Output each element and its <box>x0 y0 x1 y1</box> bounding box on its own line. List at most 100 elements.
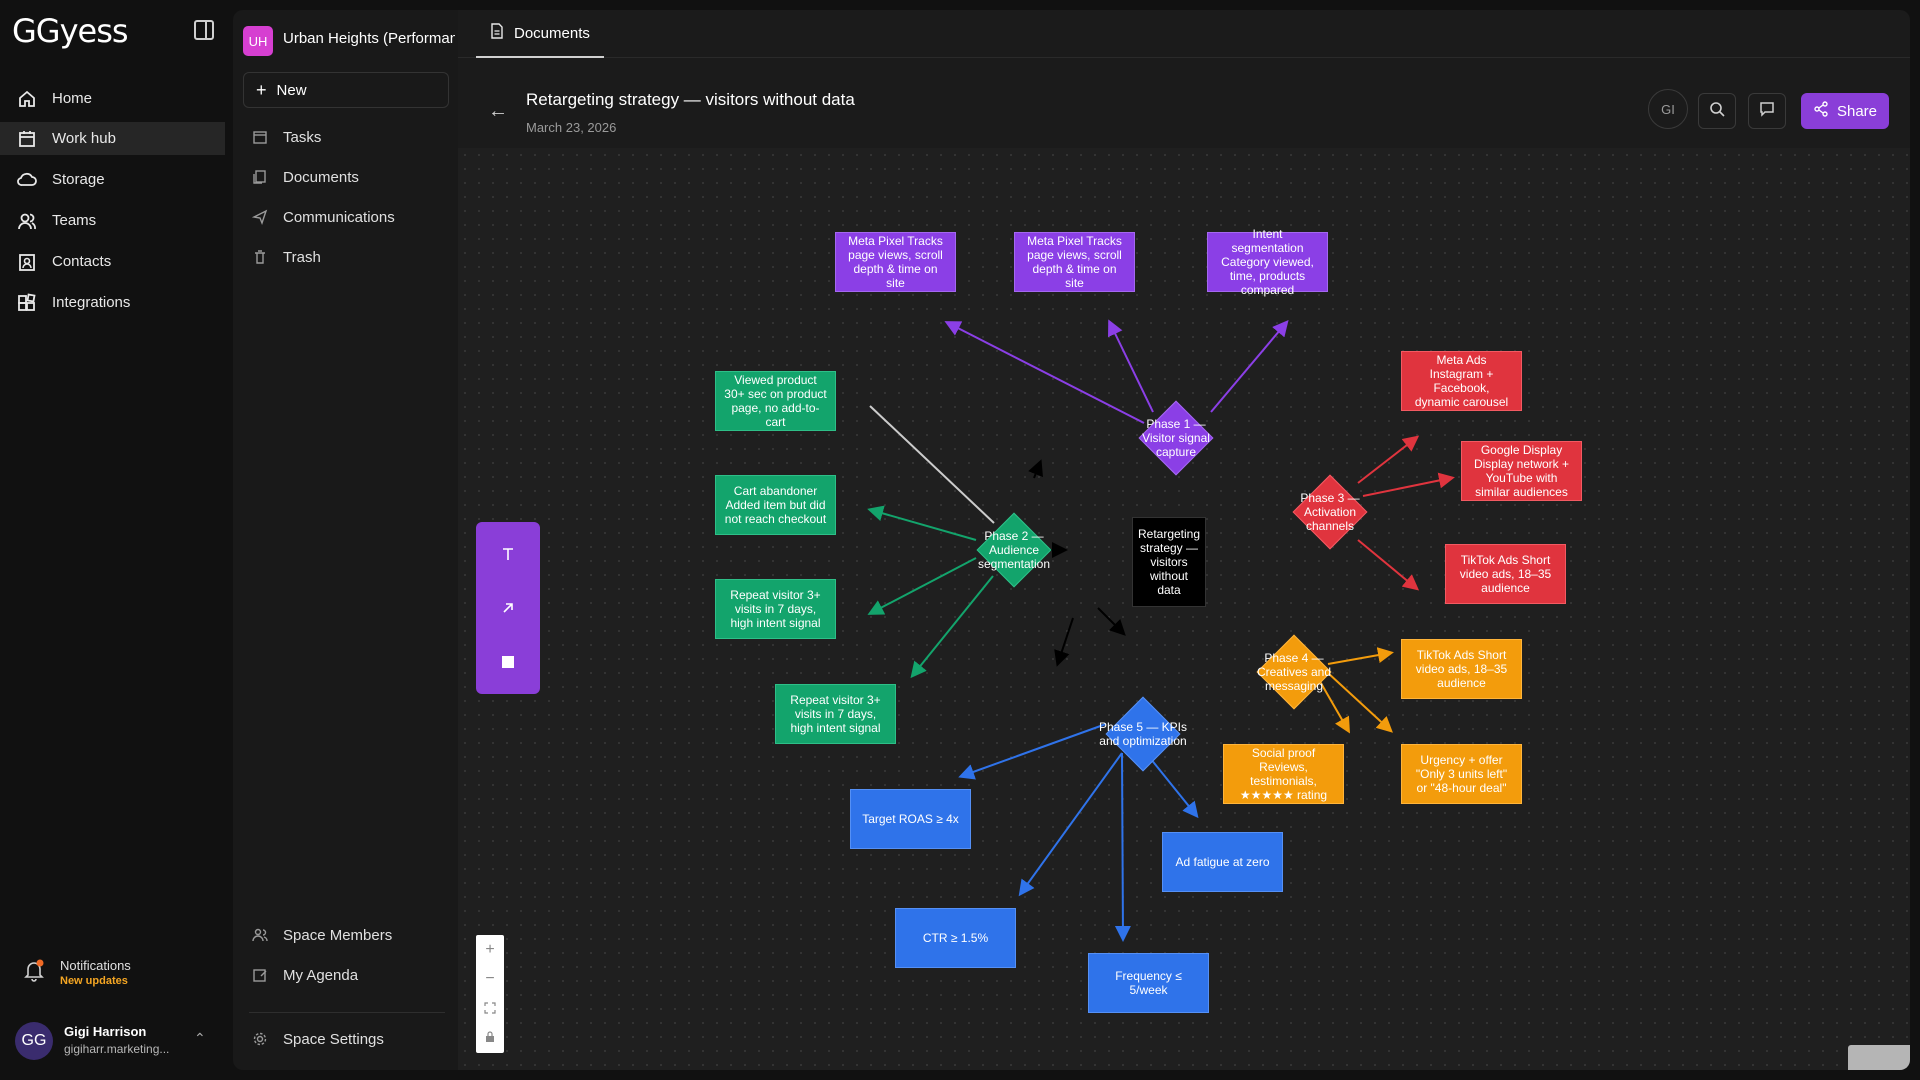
phase-2-node[interactable]: Cart abandoner Added item but did not re… <box>715 475 836 535</box>
phase-2-diamond[interactable]: Phase 2 — Audience segmentation <box>964 512 1064 587</box>
tab-label: Documents <box>514 24 590 42</box>
phase-4-node[interactable]: TikTok Ads Short video ads, 18–35 audien… <box>1401 639 1522 699</box>
arrow-tool-icon[interactable] <box>476 588 540 628</box>
phase-1-node[interactable]: Intent segmentation Category viewed, tim… <box>1207 227 1328 297</box>
phase-5-node[interactable]: Ad fatigue at zero <box>1162 832 1283 892</box>
text-tool-icon[interactable] <box>476 534 540 574</box>
phase-5-node[interactable]: CTR ≥ 1.5% <box>895 908 1016 968</box>
panel-item-label: Space Members <box>283 926 393 944</box>
panel-item-tasks[interactable]: Tasks <box>251 128 321 146</box>
bell-icon[interactable] <box>22 958 46 987</box>
send-icon <box>251 208 269 226</box>
connector <box>1018 752 1123 897</box>
panel-item-label: My Agenda <box>283 966 359 984</box>
zoom-out-icon[interactable]: − <box>476 964 504 993</box>
back-arrow-icon[interactable]: ← <box>488 100 508 123</box>
share-button[interactable]: Share <box>1801 93 1889 129</box>
avatar[interactable]: GG <box>15 1022 53 1060</box>
panel-item-space-settings[interactable]: Space Settings <box>251 1030 384 1048</box>
collaborator-avatar[interactable]: GI <box>1648 89 1688 129</box>
phase-label: Phase 5 — KPIs and optimization <box>1098 719 1188 748</box>
nav-item-integrations[interactable]: Integrations <box>0 286 225 319</box>
nav-label: Work hub <box>52 130 116 147</box>
connector <box>958 723 1107 780</box>
nav-item-home[interactable]: Home <box>0 82 225 115</box>
panel-item-trash[interactable]: Trash <box>251 248 321 266</box>
phase-4-node[interactable]: Urgency + offer "Only 3 units left" or "… <box>1401 744 1522 804</box>
whiteboard-canvas[interactable]: Retargeting strategy — visitors without … <box>458 148 1910 1070</box>
nav-item-work-hub[interactable]: Work hub <box>0 122 225 155</box>
zoom-in-icon[interactable]: + <box>476 935 504 964</box>
panel-item-label: Communications <box>283 208 395 226</box>
lock-icon[interactable] <box>476 1022 504 1051</box>
phase-5-node[interactable]: Frequency ≤ 5/week <box>1088 953 1209 1013</box>
calendar-icon <box>16 128 38 150</box>
zoom-controls: + − <box>476 935 504 1053</box>
panel-item-communications[interactable]: Communications <box>251 208 395 226</box>
nav-item-contacts[interactable]: Contacts <box>0 245 225 278</box>
phase-5-diamond[interactable]: Phase 5 — KPIs and optimization <box>1093 696 1193 771</box>
cloud-icon <box>16 169 38 191</box>
comments-button[interactable] <box>1748 93 1786 129</box>
members-icon <box>251 926 269 944</box>
phase-4-node[interactable]: Social proof Reviews, testimonials, ★★★★… <box>1223 744 1344 804</box>
panel-item-documents[interactable]: Documents <box>251 168 359 186</box>
panel-item-label: Space Settings <box>283 1030 384 1048</box>
home-icon <box>16 88 38 110</box>
phase-3-node[interactable]: TikTok Ads Short video ads, 18–35 audien… <box>1445 544 1566 604</box>
phase-3-diamond[interactable]: Phase 3 — Activation channels <box>1288 474 1372 549</box>
app-root: GGyess Home Work hub Storage Teams Conta… <box>0 0 1920 1080</box>
phase-4-diamond[interactable]: Phase 4 — Creatives and messaging <box>1248 634 1340 709</box>
phase-label: Phase 4 — Creatives and messaging <box>1256 650 1332 693</box>
tab-documents[interactable]: Documents <box>476 10 604 58</box>
sidebar-toggle-icon[interactable] <box>194 20 214 40</box>
phase-label: Phase 1 — Visitor signal capture <box>1142 416 1210 459</box>
main-sidebar: GGyess Home Work hub Storage Teams Conta… <box>0 0 225 1080</box>
new-button[interactable]: + New <box>243 72 449 108</box>
notifications-sub: New updates <box>60 975 128 987</box>
search-button[interactable] <box>1698 93 1736 129</box>
phase-3-node[interactable]: Google Display Display network + YouTube… <box>1461 441 1582 501</box>
space-name[interactable]: Urban Heights (Performance <box>283 30 455 47</box>
connector <box>1108 319 1154 413</box>
phase-label: Phase 2 — Audience segmentation <box>977 528 1051 571</box>
users-icon <box>16 210 38 232</box>
share-label: Share <box>1836 102 1878 120</box>
phase-label: Phase 3 — Activation channels <box>1300 490 1360 533</box>
minimap[interactable] <box>1848 1045 1910 1070</box>
phase-1-diamond[interactable]: Phase 1 — Visitor signal capture <box>1126 400 1226 475</box>
tool-palette <box>476 522 540 694</box>
phase-5-node[interactable]: Target ROAS ≥ 4x <box>850 789 971 849</box>
connector <box>1210 319 1289 413</box>
shape-tool-icon[interactable] <box>476 642 540 682</box>
phase-2-node[interactable]: Repeat visitor 3+ visits in 7 days, high… <box>715 579 836 639</box>
user-email: gigiharr.marketing... <box>64 1042 170 1056</box>
app-logo[interactable]: GGyess <box>12 12 129 50</box>
space-badge: UH <box>243 26 273 56</box>
nav-label: Contacts <box>52 253 112 270</box>
fit-view-icon[interactable] <box>476 993 504 1022</box>
phase-2-node[interactable]: Viewed product 30+ sec on product page, … <box>715 371 836 431</box>
panel-item-label: Documents <box>283 168 359 186</box>
nav-item-storage[interactable]: Storage <box>0 163 225 196</box>
center-node[interactable]: Retargeting strategy — visitors without … <box>1132 517 1206 607</box>
panel-item-label: Tasks <box>283 128 322 146</box>
space-panel: UH Urban Heights (Performance + New Task… <box>233 10 458 1070</box>
phase-2-node[interactable]: Repeat visitor 3+ visits in 7 days, high… <box>775 684 896 744</box>
notifications-label[interactable]: Notifications <box>60 958 131 973</box>
connector-layer <box>867 319 1455 942</box>
nav-label: Integrations <box>52 294 131 311</box>
panel-item-my-agenda[interactable]: My Agenda <box>251 966 358 984</box>
page-title: Retargeting strategy — visitors without … <box>526 90 855 109</box>
connector <box>1097 607 1126 636</box>
chevron-updown-icon[interactable]: ⌃ <box>194 1030 206 1047</box>
nav-item-teams[interactable]: Teams <box>0 204 225 237</box>
agenda-icon <box>251 966 269 984</box>
panel-item-space-members[interactable]: Space Members <box>251 926 392 944</box>
phase-1-node[interactable]: Meta Pixel Tracks page views, scroll dep… <box>1014 232 1135 292</box>
contact-icon <box>16 251 38 273</box>
document-date: March 23, 2026 <box>526 120 617 135</box>
phase-1-node[interactable]: Meta Pixel Tracks page views, scroll dep… <box>835 232 956 292</box>
document-header: ← Retargeting strategy — visitors withou… <box>458 58 1910 148</box>
phase-3-node[interactable]: Meta Ads Instagram + Facebook, dynamic c… <box>1401 351 1522 411</box>
